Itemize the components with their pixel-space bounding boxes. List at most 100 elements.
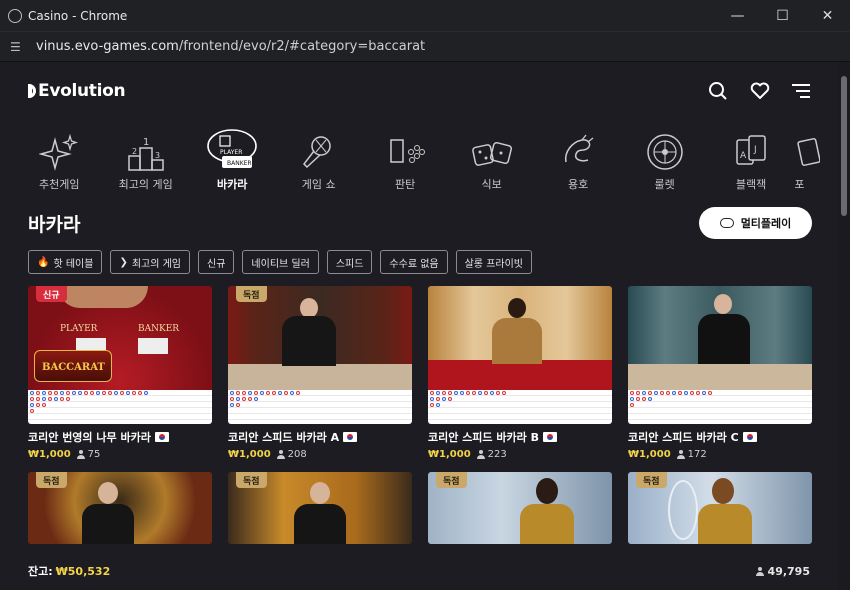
game-meta: ₩1,000 75 [28, 449, 212, 460]
category-baccarat[interactable]: PLAYER BANKER 바카라 [189, 120, 275, 200]
fantan-icon [390, 139, 426, 163]
player-count-value: 223 [487, 449, 507, 460]
site-settings-icon[interactable]: ☰ [10, 40, 26, 54]
game-meta: ₩1,000 223 [428, 449, 612, 460]
game-grid-row-2: 독점 독점 독점 독점 [0, 472, 838, 544]
page-scrollbar[interactable] [838, 62, 850, 590]
bead-road [428, 390, 612, 424]
game-meta: ₩1,000 172 [628, 449, 812, 460]
status-badge: 독점 [636, 472, 667, 488]
category-game-shows[interactable]: 게임 쇼 [275, 120, 361, 200]
banker-label: BANKER [138, 324, 180, 334]
filter-new[interactable]: 신규 [198, 250, 235, 274]
game-title: 코리안 번영의 나무 바카라 [28, 429, 212, 445]
favorites-heart-icon[interactable] [750, 82, 770, 100]
blackjack-cards-icon: AJ [736, 135, 766, 165]
category-fantan[interactable]: 판탄 [362, 120, 448, 200]
game-thumbnail[interactable]: 독점 [28, 472, 212, 544]
category-label: 블랙잭 [735, 178, 767, 191]
status-badge: 독점 [236, 472, 267, 488]
category-label: 추천게임 [39, 178, 80, 191]
game-title-text: 코리안 스피드 바카라 C [628, 431, 739, 444]
flame-icon: 🔥 [37, 256, 50, 268]
category-sicbo[interactable]: 식보 [448, 120, 534, 200]
chip-label: 네이티브 딜러 [251, 258, 310, 270]
game-card[interactable]: PLAYER BANKER BACCARAT 신규 코리안 번영의 나무 바카라 [28, 286, 212, 472]
game-thumbnail[interactable]: 독점 [628, 472, 812, 544]
table-scene [428, 286, 612, 390]
balance-value: ₩50,532 [55, 564, 111, 578]
section-header: 바카라 멀티플레이 [0, 200, 838, 246]
filter-salon-prive[interactable]: 살롱 프라이빗 [455, 250, 532, 274]
game-card[interactable]: 코리안 스피드 바카라 B ₩1,000 223 [428, 286, 612, 472]
section-title: 바카라 [28, 213, 81, 236]
bead-road [228, 390, 412, 424]
status-badge: 독점 [36, 472, 67, 488]
player-count: 208 [276, 449, 307, 460]
svg-text:1: 1 [143, 137, 149, 148]
svg-text:2: 2 [132, 147, 137, 156]
korea-flag-icon [154, 432, 169, 442]
brand-logo[interactable]: Evolution [28, 81, 126, 101]
address-bar[interactable]: ☰ vinus.evo-games.com/frontend/evo/r2/#c… [0, 32, 850, 62]
bead-road [28, 390, 212, 424]
search-icon[interactable] [708, 81, 728, 101]
chip-label: 스피드 [335, 258, 364, 270]
menu-icon[interactable] [792, 84, 810, 98]
status-badge: 독점 [436, 472, 467, 488]
game-thumbnail[interactable]: 독점 [228, 472, 412, 544]
player-count: 223 [476, 449, 507, 460]
filter-speed[interactable]: 스피드 [326, 250, 373, 274]
chip-label: 핫 테이블 [53, 258, 94, 270]
korea-flag-icon [343, 432, 358, 442]
total-players-value: 49,795 [767, 564, 810, 578]
category-roulette[interactable]: 룰렛 [621, 120, 707, 200]
player-count: 172 [676, 449, 707, 460]
filter-top-games[interactable]: ❯ 최고의 게임 [110, 250, 191, 274]
min-bet: ₩1,000 [428, 449, 471, 460]
evolution-logo-icon [28, 84, 36, 98]
category-poker[interactable]: 포 [794, 120, 822, 200]
category-recommended[interactable]: 추천게임 [16, 120, 102, 200]
chip-label: 수수료 없음 [389, 258, 439, 270]
game-thumbnail[interactable]: PLAYER BANKER BACCARAT 신규 [28, 286, 212, 424]
filter-hot-tables[interactable]: 🔥 핫 테이블 [28, 250, 103, 274]
game-grid: PLAYER BANKER BACCARAT 신규 코리안 번영의 나무 바카라 [0, 282, 838, 472]
close-button[interactable]: ✕ [805, 0, 850, 31]
chip-label: 살롱 프라이빗 [464, 258, 523, 270]
scrollbar-thumb[interactable] [841, 76, 847, 216]
game-thumbnail[interactable] [428, 286, 612, 424]
player-count-value: 208 [287, 449, 307, 460]
baccarat-cards-icon: PLAYER BANKER [207, 129, 258, 168]
minimize-button[interactable]: — [715, 0, 760, 31]
player-label: PLAYER [60, 324, 98, 334]
svg-text:PLAYER: PLAYER [220, 149, 242, 156]
game-card[interactable]: 코리안 스피드 바카라 C ₩1,000 172 [628, 286, 812, 472]
game-thumbnail[interactable] [628, 286, 812, 424]
category-top-games[interactable]: 12 3 최고의 게임 [102, 120, 188, 200]
player-count: 75 [76, 449, 100, 460]
min-bet: ₩1,000 [28, 449, 71, 460]
game-title: 코리안 스피드 바카라 C [628, 429, 812, 445]
top-nav: Evolution [0, 62, 838, 120]
game-thumbnail[interactable]: 독점 [428, 472, 612, 544]
maximize-button[interactable]: ☐ [760, 0, 805, 31]
game-thumbnail[interactable]: 독점 [228, 286, 412, 424]
total-players: 49,795 [755, 564, 810, 578]
filter-no-commission[interactable]: 수수료 없음 [380, 250, 448, 274]
category-dragon-tiger[interactable]: 용호 [535, 120, 621, 200]
url-text[interactable]: vinus.evo-games.com/frontend/evo/r2/#cat… [36, 39, 425, 54]
person-icon [476, 450, 485, 459]
category-label: 바카라 [217, 178, 248, 191]
dragon-icon [565, 134, 594, 163]
category-label: 식보 [481, 178, 502, 191]
category-blackjack[interactable]: AJ 블랙잭 [708, 120, 794, 200]
globe-icon [8, 8, 22, 23]
podium-icon: 12 3 [127, 137, 164, 171]
url-host: vinus.evo-games.com [36, 39, 179, 54]
game-card[interactable]: 독점 코리안 스피드 바카라 A ₩1,000 208 [228, 286, 412, 472]
multiplay-button[interactable]: 멀티플레이 [699, 207, 812, 239]
person-icon [676, 450, 685, 459]
filter-native-dealer[interactable]: 네이티브 딜러 [242, 250, 319, 274]
status-badge: 독점 [236, 286, 267, 302]
